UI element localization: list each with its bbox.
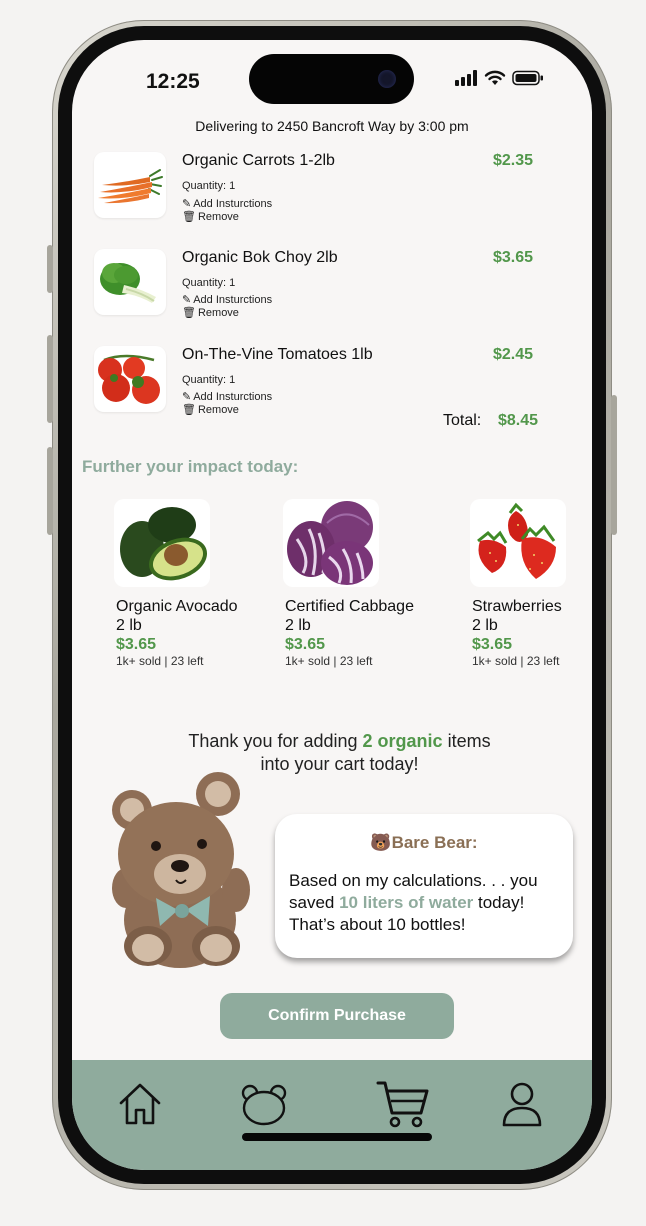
remove-link[interactable]: 🗑 Remove bbox=[182, 306, 239, 320]
bear-emoji-icon: 🐻 bbox=[370, 833, 392, 852]
item-quantity[interactable]: Quantity: 1 bbox=[182, 277, 235, 289]
item-name: Organic Carrots 1-2lb bbox=[182, 152, 335, 169]
trash-icon: 🗑 bbox=[182, 211, 196, 223]
power-button bbox=[611, 395, 617, 535]
product-price: $3.65 bbox=[472, 636, 513, 653]
product-price: $3.65 bbox=[116, 636, 157, 653]
wifi-icon bbox=[484, 70, 506, 85]
camera-icon bbox=[378, 70, 396, 88]
product-name: Certified Cabbage 2 lb bbox=[285, 598, 414, 634]
pencil-icon: ✎ bbox=[182, 294, 192, 306]
pencil-icon: ✎ bbox=[182, 391, 192, 403]
product-card-avocado[interactable]: Organic Avocado 2 lb $3.65 1k+ sold | 23… bbox=[114, 499, 276, 668]
home-indicator[interactable] bbox=[242, 1133, 432, 1141]
product-card-cabbage[interactable]: Certified Cabbage 2 lb $3.65 1k+ sold | … bbox=[283, 499, 445, 668]
silent-switch bbox=[47, 245, 53, 293]
cart-tab[interactable] bbox=[373, 1074, 433, 1134]
total-value: $8.45 bbox=[498, 412, 539, 429]
product-stats: 1k+ sold | 23 left bbox=[116, 654, 204, 668]
pencil-icon: ✎ bbox=[182, 198, 192, 210]
trash-icon: 🗑 bbox=[182, 307, 196, 319]
add-instructions-link[interactable]: ✎ Add Insturctions bbox=[182, 197, 272, 211]
bubble-title: 🐻Bare Bear: bbox=[370, 833, 478, 852]
impact-section-title: Further your impact today: bbox=[82, 457, 299, 476]
home-tab[interactable] bbox=[110, 1074, 170, 1134]
product-name: Organic Avocado 2 lb bbox=[116, 598, 238, 634]
bear-tab[interactable] bbox=[234, 1074, 294, 1134]
trash-icon: 🗑 bbox=[182, 404, 196, 416]
bear-mascot bbox=[106, 770, 256, 970]
dynamic-island bbox=[249, 54, 414, 104]
bare-bear-bubble: 🐻Bare Bear: Based on my calculations. . … bbox=[275, 814, 573, 958]
home-icon bbox=[119, 1083, 161, 1125]
total-label: Total: bbox=[443, 412, 482, 429]
item-quantity[interactable]: Quantity: 1 bbox=[182, 374, 235, 386]
volume-down-button bbox=[47, 447, 53, 535]
item-name: Organic Bok Choy 2lb bbox=[182, 249, 338, 266]
tomatoes-image bbox=[94, 346, 166, 412]
bok-choy-image bbox=[94, 249, 166, 315]
cart-icon bbox=[376, 1081, 429, 1128]
product-card-strawberries[interactable]: Strawberries 2 lb $3.65 1k+ sold | 23 le… bbox=[470, 499, 592, 668]
battery-icon bbox=[512, 70, 543, 86]
bubble-text: Based on my calculations. . . you saved … bbox=[289, 871, 538, 934]
cellular-signal-icon bbox=[455, 70, 477, 86]
cart-item-bok-choy: Organic Bok Choy 2lb Quantity: 1 ✎ Add In… bbox=[94, 249, 554, 321]
add-instructions-link[interactable]: ✎ Add Insturctions bbox=[182, 293, 272, 307]
remove-link[interactable]: 🗑 Remove bbox=[182, 403, 239, 417]
profile-icon bbox=[502, 1082, 542, 1127]
carrots-image bbox=[94, 152, 166, 218]
cart-item-carrots: Organic Carrots 1-2lb Quantity: 1 ✎ Add I… bbox=[94, 152, 554, 224]
strawberries-image bbox=[470, 499, 566, 587]
bottom-nav bbox=[72, 1060, 592, 1170]
item-name: On-The-Vine Tomatoes 1lb bbox=[182, 346, 373, 363]
product-name: Strawberries 2 lb bbox=[472, 598, 562, 634]
add-instructions-link[interactable]: ✎ Add Insturctions bbox=[182, 390, 272, 404]
product-stats: 1k+ sold | 23 left bbox=[472, 654, 560, 668]
remove-link[interactable]: 🗑 Remove bbox=[182, 210, 239, 224]
cart-item-tomatoes: On-The-Vine Tomatoes 1lb Quantity: 1 ✎ Ad… bbox=[94, 346, 554, 418]
confirm-purchase-button[interactable]: Confirm Purchase bbox=[220, 993, 454, 1039]
product-price: $3.65 bbox=[285, 636, 326, 653]
status-time: 12:25 bbox=[146, 70, 200, 93]
item-price: $3.65 bbox=[493, 249, 534, 266]
volume-up-button bbox=[47, 335, 53, 423]
cabbage-image bbox=[283, 499, 379, 587]
status-icons bbox=[454, 70, 544, 86]
item-price: $2.35 bbox=[493, 152, 534, 169]
avocado-image bbox=[114, 499, 210, 587]
product-stats: 1k+ sold | 23 left bbox=[285, 654, 373, 668]
item-quantity[interactable]: Quantity: 1 bbox=[182, 180, 235, 192]
app-screen: 12:25 Delivering to 2450 Bancroft Way by… bbox=[72, 40, 592, 1170]
item-price: $2.45 bbox=[493, 346, 534, 363]
delivery-banner: Delivering to 2450 Bancroft Way by 3:00 … bbox=[195, 118, 469, 134]
profile-tab[interactable] bbox=[492, 1074, 552, 1134]
bear-icon bbox=[241, 1084, 287, 1126]
